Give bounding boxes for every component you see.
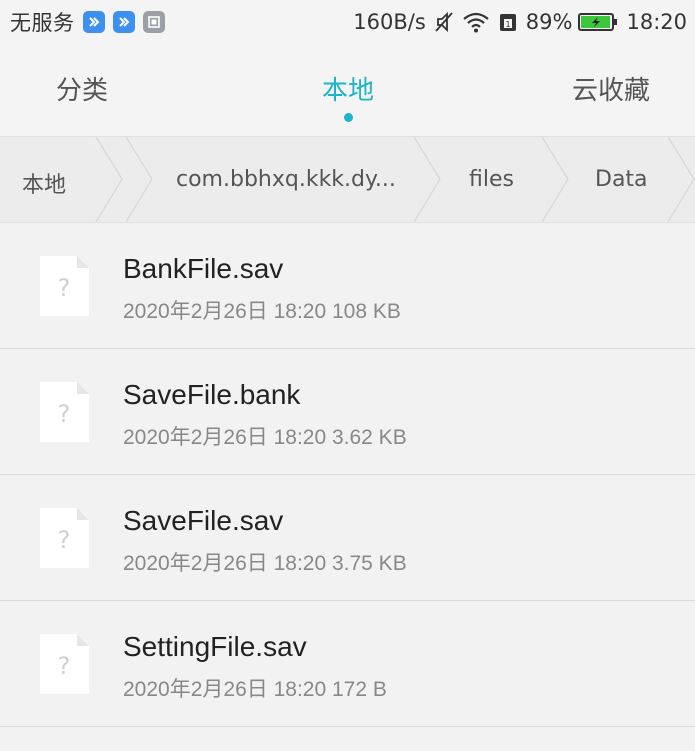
carrier-label: 无服务 [10,11,75,35]
file-name: SaveFile.sav [123,505,284,536]
svg-text:?: ? [58,652,71,680]
file-meta: 2020年2月26日 18:20 172 B [123,678,387,701]
svg-text:?: ? [58,526,71,554]
breadcrumb-item-package[interactable]: com.bbhxq.kkk.dy... [176,167,396,192]
mute-icon [434,11,454,33]
breadcrumb-item-files[interactable]: files [469,167,514,192]
svg-text:?: ? [58,274,71,302]
file-name: SettingFile.sav [123,631,307,662]
file-row[interactable]: ? BankFile.sav 2020年2月26日 18:20 108 KB [0,223,695,349]
status-bar-right: 160B/s 1 89% 18:20 [353,6,687,38]
file-meta: 2020年2月26日 18:20 3.62 KB [123,426,407,449]
svg-text:?: ? [58,400,71,428]
active-tab-indicator [344,113,353,122]
breadcrumb-chevron-icon [667,137,695,222]
file-row[interactable]: ? SaveFile.bank 2020年2月26日 18:20 3.62 KB [0,349,695,475]
breadcrumb-chevron-icon [95,137,152,222]
tab-category[interactable]: 分类 [56,70,108,107]
file-name: BankFile.sav [123,253,284,284]
breadcrumb: 本地 com.bbhxq.kkk.dy... files Data [0,137,695,223]
file-row[interactable]: ? SettingFile.sav 2020年2月26日 18:20 172 B [0,601,695,727]
tab-bar: 分类 本地 云收藏 [0,44,695,137]
wifi-icon [462,11,490,33]
unknown-file-icon: ? [40,256,89,316]
clock-time: 18:20 [626,10,687,34]
unknown-file-icon: ? [40,634,89,694]
breadcrumb-item-local[interactable]: 本地 [22,167,66,199]
notification-app-icon [82,11,105,33]
file-meta: 2020年2月26日 18:20 108 KB [123,300,401,323]
file-name: SaveFile.bank [123,379,301,410]
file-meta: 2020年2月26日 18:20 3.75 KB [123,552,407,575]
status-bar-left: 无服务 [10,6,165,38]
file-manager-screen: 无服务 160B/s 1 89% 18:20 分类 本地 云收藏 本地 com.… [0,0,695,751]
notification-image-icon [142,11,165,33]
svg-text:1: 1 [505,20,510,29]
unknown-file-icon: ? [40,382,89,442]
tab-cloud-favorites[interactable]: 云收藏 [572,70,650,107]
file-list: ? BankFile.sav 2020年2月26日 18:20 108 KB ?… [0,223,695,727]
file-row[interactable]: ? SaveFile.sav 2020年2月26日 18:20 3.75 KB [0,475,695,601]
sim-icon: 1 [498,11,518,33]
breadcrumb-chevron-icon [413,137,441,222]
breadcrumb-item-data[interactable]: Data [595,167,648,192]
network-speed: 160B/s [353,10,426,34]
notification-app-icon [112,11,135,33]
unknown-file-icon: ? [40,508,89,568]
battery-charging-icon [578,11,618,33]
tab-local[interactable]: 本地 [322,70,374,107]
battery-percent: 89% [525,10,573,34]
status-bar: 无服务 160B/s 1 89% 18:20 [0,0,695,44]
breadcrumb-chevron-icon [541,137,569,222]
